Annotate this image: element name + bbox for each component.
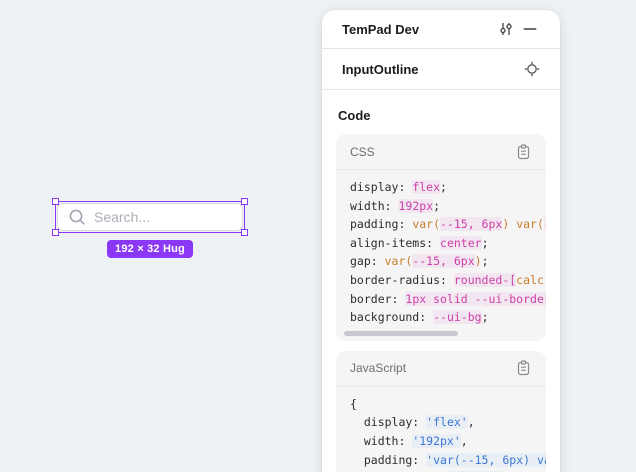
code-line: padding: var(--15, 6px) var(--1 xyxy=(350,215,546,234)
plugin-header: TemPad Dev xyxy=(322,10,560,49)
horizontal-scrollbar[interactable] xyxy=(344,331,458,336)
locate-icon[interactable] xyxy=(520,57,544,81)
selection-handle-top-left[interactable] xyxy=(52,198,59,205)
code-line: gap: var(--15, 6px); xyxy=(350,252,546,271)
code-line: { xyxy=(350,395,546,414)
search-icon xyxy=(68,208,86,226)
clipboard-icon[interactable] xyxy=(512,141,534,163)
css-code[interactable]: display: flex;width: 192px;padding: var(… xyxy=(336,170,546,329)
css-code-block: CSS display: flex;width: 192px;padding: … xyxy=(336,134,546,341)
code-line: background: --ui-bg; xyxy=(350,308,546,327)
code-line: padding: 'var(--15, 6px) var xyxy=(350,451,546,470)
code-line: border: 1px solid --ui-border- xyxy=(350,290,546,309)
javascript-code-block: JavaScript { display: 'flex', width: '19… xyxy=(336,351,546,472)
selection-handle-bottom-right[interactable] xyxy=(241,229,248,236)
code-line: border-radius: rounded-[calc(var( xyxy=(350,271,546,290)
css-code-block-label: CSS xyxy=(350,145,512,159)
clipboard-icon[interactable] xyxy=(512,357,534,379)
tempad-dev-plugin-panel: TemPad Dev InputOutline xyxy=(322,10,560,472)
code-line: width: '192px', xyxy=(350,432,546,451)
selection-handle-top-right[interactable] xyxy=(241,198,248,205)
code-line: align-items: center; xyxy=(350,234,546,253)
selection-size-badge: 192 × 32 Hug xyxy=(107,240,193,258)
javascript-code-block-label: JavaScript xyxy=(350,361,512,375)
plugin-title: TemPad Dev xyxy=(342,22,494,37)
javascript-code-block-header: JavaScript xyxy=(336,351,546,387)
code-line: width: 192px; xyxy=(350,197,546,216)
sliders-icon[interactable] xyxy=(494,17,518,41)
selected-component-row: InputOutline xyxy=(322,49,560,90)
search-input[interactable]: Search... xyxy=(57,203,243,231)
css-code-block-header: CSS xyxy=(336,134,546,170)
code-line: display: 'flex', xyxy=(350,413,546,432)
selected-component-outline[interactable]: Search... xyxy=(55,201,245,233)
minimize-icon[interactable] xyxy=(518,17,542,41)
component-name: InputOutline xyxy=(342,62,520,77)
search-input-placeholder: Search... xyxy=(94,209,150,225)
code-section-label: Code xyxy=(338,108,540,123)
code-line: display: flex; xyxy=(350,178,546,197)
javascript-code[interactable]: { display: 'flex', width: '192px', paddi… xyxy=(336,387,546,472)
selection-handle-bottom-left[interactable] xyxy=(52,229,59,236)
